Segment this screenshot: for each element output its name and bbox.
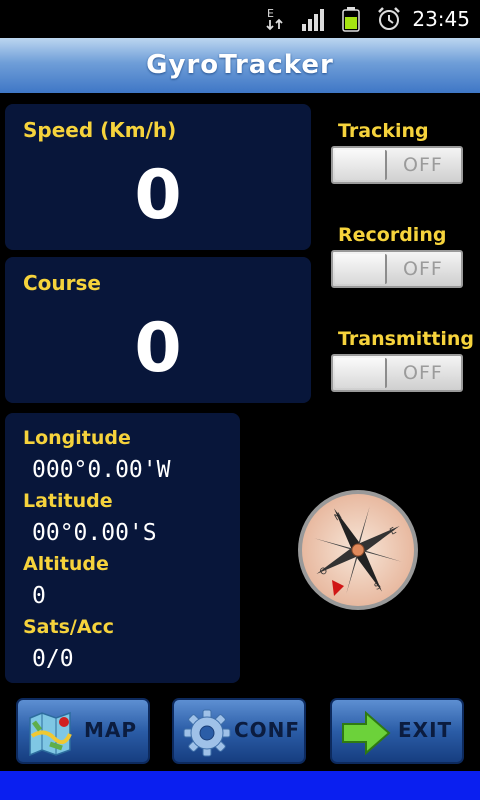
sats-acc-value: 0/0: [32, 646, 74, 672]
status-bar: E 23:45: [0, 0, 480, 38]
compass-icon: N E S O: [296, 488, 420, 612]
exit-button[interactable]: EXIT: [330, 698, 464, 764]
transmitting-state: OFF: [403, 362, 443, 384]
svg-text:E: E: [267, 7, 274, 20]
latitude-label: Latitude: [23, 490, 113, 512]
speed-value: 0: [134, 156, 182, 235]
map-button-label: MAP: [84, 718, 138, 742]
recording-toggle[interactable]: OFF: [331, 250, 463, 288]
longitude-value: 000°0.00'W: [32, 457, 171, 483]
transmitting-toggle[interactable]: OFF: [331, 354, 463, 392]
toggle-knob: [335, 254, 387, 284]
speed-label: Speed (Km/h): [23, 118, 177, 142]
arrow-right-icon: [340, 708, 392, 762]
course-label: Course: [23, 271, 101, 295]
speed-panel: Speed (Km/h) 0: [5, 104, 311, 250]
transmitting-label: Transmitting: [338, 328, 475, 350]
conf-button-label: CONF: [234, 718, 301, 742]
position-panel: Longitude 000°0.00'W Latitude 00°0.00'S …: [5, 413, 240, 683]
toggle-knob: [335, 150, 387, 180]
exit-button-label: EXIT: [398, 718, 453, 742]
map-icon: [26, 708, 76, 762]
tracking-toggle[interactable]: OFF: [331, 146, 463, 184]
conf-button[interactable]: CONF: [172, 698, 306, 764]
tracking-label: Tracking: [338, 120, 429, 142]
recording-state: OFF: [403, 258, 443, 280]
toggle-knob: [335, 358, 387, 388]
altitude-value: 0: [32, 583, 46, 609]
app-title: GyroTracker: [146, 50, 334, 80]
latitude-value: 00°0.00'S: [32, 520, 157, 546]
title-bar: GyroTracker: [0, 38, 480, 93]
alarm-icon: [376, 6, 402, 36]
data-arrows-icon: E: [264, 6, 290, 36]
sats-acc-label: Sats/Acc: [23, 616, 115, 638]
battery-icon: [340, 6, 362, 36]
course-value: 0: [134, 309, 182, 388]
gear-icon: [182, 708, 232, 762]
tracking-state: OFF: [403, 154, 443, 176]
altitude-label: Altitude: [23, 553, 109, 575]
course-panel: Course 0: [5, 257, 311, 403]
signal-icon: [300, 6, 326, 36]
status-time: 23:45: [412, 7, 470, 31]
bottom-bar: [0, 771, 480, 800]
recording-label: Recording: [338, 224, 447, 246]
longitude-label: Longitude: [23, 427, 131, 449]
map-button[interactable]: MAP: [16, 698, 150, 764]
